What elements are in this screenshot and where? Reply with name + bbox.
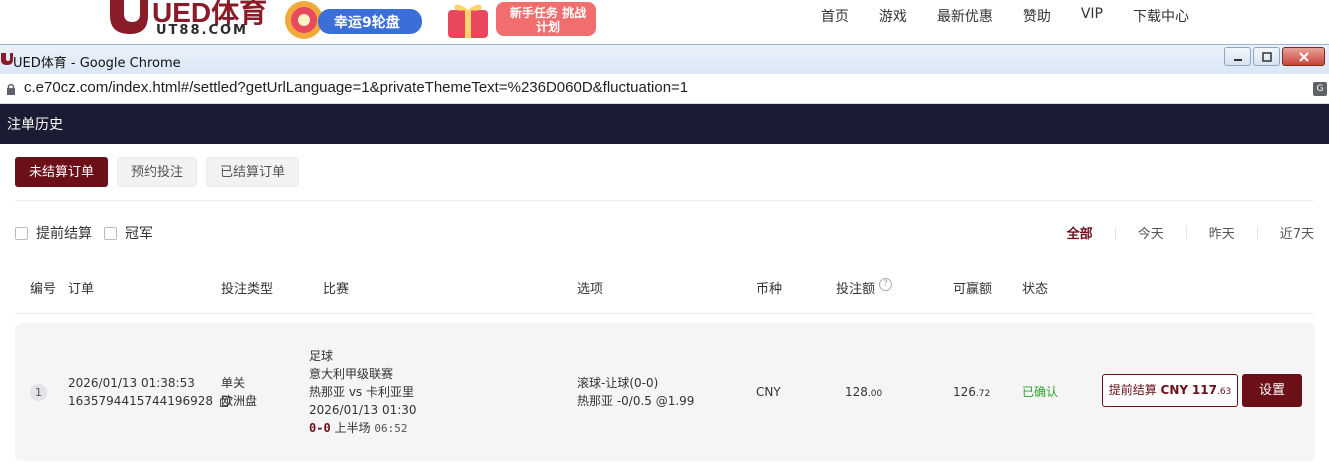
status-badge: 已确认 xyxy=(1022,385,1059,399)
minimize-icon xyxy=(1233,58,1242,61)
page-title: 注单历史 xyxy=(7,117,63,133)
teams: 热那亚 vs 卡利亚里 xyxy=(309,385,414,399)
match-cell: 足球 意大利甲级联赛 热那亚 vs 卡利亚里 2026/01/13 01:30 … xyxy=(309,347,417,438)
sport: 足球 xyxy=(309,349,334,363)
divider xyxy=(1185,225,1187,240)
bet-type: 单关 xyxy=(221,376,246,390)
payout-amount: 126.72 xyxy=(953,383,990,403)
site-header: UED体育 UT88.COM 幸运9轮盘 新手任务 挑战计划 首页 游戏 最新优… xyxy=(0,0,1329,44)
promo-newbie-task-label: 新手任务 挑战计划 xyxy=(509,6,587,34)
page-header: 注单历史 xyxy=(0,104,1329,144)
help-icon[interactable]: ? xyxy=(879,278,893,291)
address-bar: c.e70cz.com/index.html#/settled?getUrlLa… xyxy=(0,74,1329,104)
tab-scheduled[interactable]: 预约投注 xyxy=(117,157,198,187)
order-id: 1635794415744196928 xyxy=(68,394,214,408)
stake-decimal: .00 xyxy=(867,389,883,399)
favicon-icon xyxy=(1,53,13,65)
divider xyxy=(15,313,1314,314)
col-order: 订单 xyxy=(68,282,95,297)
order-cell: 2026/01/13 01:38:53 1635794415744196928 xyxy=(68,374,231,410)
divider xyxy=(1114,225,1116,240)
cashout-label: 提前结算 xyxy=(1108,383,1157,397)
cashout-decimal: .63 xyxy=(1216,387,1232,397)
promo-lucky-wheel-label: 幸运9轮盘 xyxy=(334,15,400,31)
nav-sponsor[interactable]: 赞助 xyxy=(1023,6,1051,26)
close-button[interactable] xyxy=(1282,47,1325,66)
champion-checkbox[interactable] xyxy=(104,226,117,240)
range-yesterday[interactable]: 昨天 xyxy=(1209,223,1235,242)
url-field[interactable]: c.e70cz.com/index.html#/settled?getUrlLa… xyxy=(24,79,688,96)
nav-download[interactable]: 下载中心 xyxy=(1133,6,1189,26)
window-title: UED体育 - Google Chrome xyxy=(13,56,181,71)
lock-icon xyxy=(7,83,15,95)
settings-button[interactable]: 设置 xyxy=(1242,374,1302,407)
early-cashout-button[interactable]: 提前结算 CNY 117.63 xyxy=(1102,374,1238,407)
tab-unsettled[interactable]: 未结算订单 xyxy=(15,157,109,187)
early-cashout-checkbox[interactable] xyxy=(15,226,28,240)
site-nav: 首页 游戏 最新优惠 赞助 VIP 下载中心 xyxy=(791,6,1189,26)
range-7days[interactable]: 近7天 xyxy=(1280,223,1314,242)
col-currency: 币种 xyxy=(756,282,783,297)
table-header: 编号 订单 投注类型 比赛 选项 币种 投注额? 可赢额 状态 xyxy=(0,278,1329,298)
date-range-filter: 全部 今天 昨天 近7天 xyxy=(1067,223,1314,242)
champion-label[interactable]: 冠军 xyxy=(125,223,153,243)
col-stake-label: 投注额 xyxy=(836,282,876,297)
logo-icon xyxy=(110,0,148,34)
match-period: 上半场 xyxy=(334,421,371,435)
col-status: 状态 xyxy=(1022,282,1049,297)
row-index-badge: 1 xyxy=(30,384,47,401)
live-score: 0-0 xyxy=(309,421,331,435)
col-selection: 选项 xyxy=(577,282,604,297)
close-icon xyxy=(1298,51,1309,62)
table-row: 1 2026/01/13 01:38:53 163579441574419692… xyxy=(15,323,1315,461)
logo-domain: UT88.COM xyxy=(156,23,248,38)
divider xyxy=(1256,225,1258,240)
nav-promotions[interactable]: 最新优惠 xyxy=(937,6,993,26)
nav-home[interactable]: 首页 xyxy=(821,6,849,26)
range-all[interactable]: 全部 xyxy=(1067,223,1093,242)
payout-decimal: .72 xyxy=(975,389,991,399)
order-datetime: 2026/01/13 01:38:53 xyxy=(68,376,195,390)
col-bet-type: 投注类型 xyxy=(221,282,274,297)
browser-title-bar: UED体育 - Google Chrome xyxy=(0,44,1329,74)
nav-games[interactable]: 游戏 xyxy=(879,6,907,26)
payout-integer: 126 xyxy=(953,385,976,399)
match-time: 2026/01/13 01:30 xyxy=(309,403,417,417)
col-stake: 投注额? xyxy=(836,278,893,297)
order-tabs: 未结算订单 预约投注 已结算订单 xyxy=(15,157,308,187)
maximize-button[interactable] xyxy=(1253,47,1280,66)
league: 意大利甲级联赛 xyxy=(309,367,394,381)
early-cashout-label[interactable]: 提前结算 xyxy=(36,223,92,243)
maximize-icon xyxy=(1261,51,1272,62)
window-controls xyxy=(1222,47,1325,66)
selection-detail: 热那亚 -0/0.5 @1.99 xyxy=(577,394,695,408)
stake-amount: 128.00 xyxy=(845,383,882,403)
order-id-line: 1635794415744196928 xyxy=(68,392,231,410)
col-payout: 可赢额 xyxy=(953,282,993,297)
selection-market: 滚球-让球(0-0) xyxy=(577,376,659,390)
cashout-currency: CNY xyxy=(1160,383,1189,397)
currency: CNY xyxy=(756,385,781,399)
promo-lucky-wheel-banner[interactable]: 幸运9轮盘 xyxy=(284,0,424,40)
translate-icon[interactable]: G xyxy=(1313,82,1327,96)
divider xyxy=(15,200,1314,201)
col-no: 编号 xyxy=(30,282,57,297)
tab-settled[interactable]: 已结算订单 xyxy=(206,157,300,187)
promo-newbie-task-banner[interactable]: 新手任务 挑战计划 xyxy=(446,0,606,40)
filter-bar: 提前结算 冠军 xyxy=(15,223,165,243)
cashout-integer: 117 xyxy=(1191,383,1217,397)
bet-type-cell: 单关 欧洲盘 xyxy=(221,374,257,410)
minimize-button[interactable] xyxy=(1224,47,1251,66)
col-match: 比赛 xyxy=(323,282,350,297)
match-clock: 06:52 xyxy=(374,422,408,435)
stake-integer: 128 xyxy=(845,385,868,399)
nav-vip[interactable]: VIP xyxy=(1081,6,1103,26)
selection-cell: 滚球-让球(0-0) 热那亚 -0/0.5 @1.99 xyxy=(577,374,694,410)
odds-type: 欧洲盘 xyxy=(221,394,258,408)
live-info: 0-0 上半场 06:52 xyxy=(309,419,417,438)
range-today[interactable]: 今天 xyxy=(1138,223,1164,242)
